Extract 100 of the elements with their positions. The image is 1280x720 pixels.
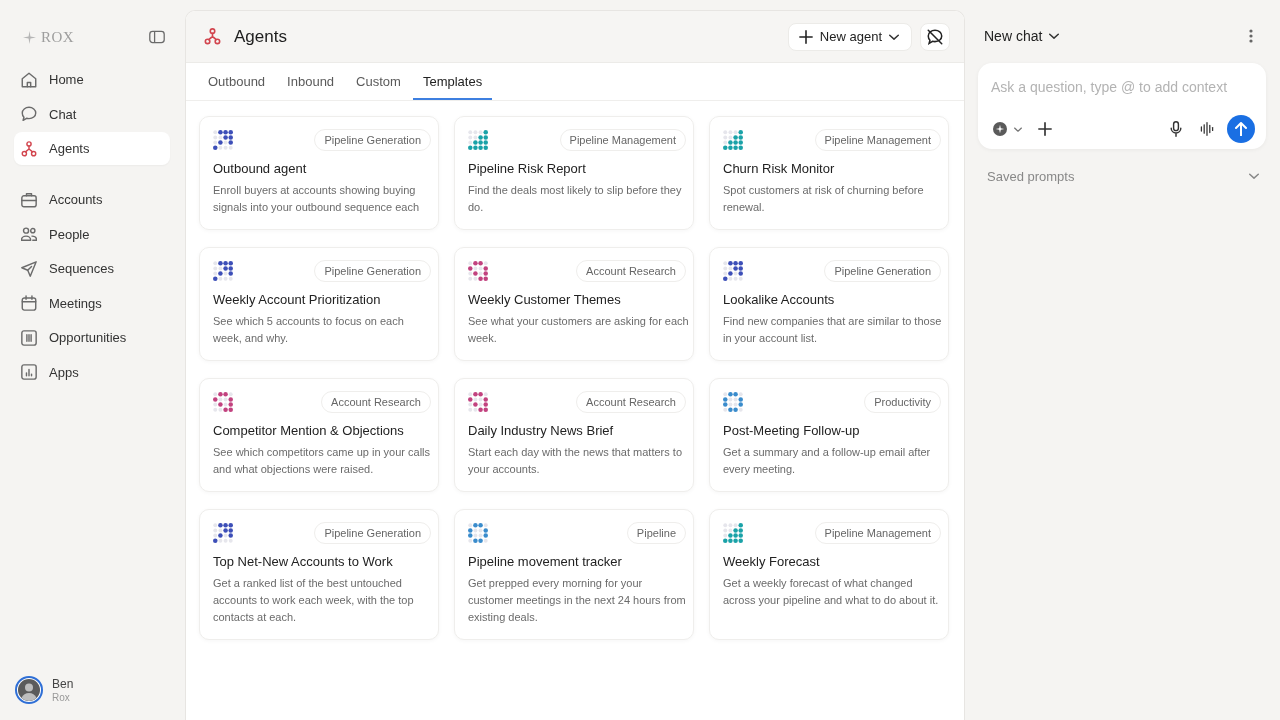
agent-template-card[interactable]: Pipeline Pipeline movement tracker Get prepped every morning for your customer meetings in the next 24 hours from existing deals.: [454, 509, 694, 640]
agent-template-card[interactable]: Pipeline Management Pipeline Risk Report Find the deals most likely to slip before they do.: [454, 116, 694, 230]
tab[interactable]: Inbound: [277, 63, 345, 100]
dot-grid-icon: [213, 261, 233, 281]
dot-grid-icon: [723, 261, 743, 281]
agent-template-card[interactable]: Pipeline Management Weekly Forecast Get a weekly forecast of what changed across your pipeline and what to do about it.: [709, 509, 949, 640]
agent-template-card[interactable]: Productivity Post-Meeting Follow-up Get a summary and a follow-up email after every meeting.: [709, 378, 949, 492]
agent-template-card[interactable]: Pipeline Generation Lookalike Accounts Find new companies that are similar to those in your account list.: [709, 247, 949, 361]
calendar-icon: [21, 295, 37, 311]
waveform-icon: [1200, 122, 1214, 136]
card-title: Pipeline movement tracker: [468, 553, 623, 571]
agent-template-card[interactable]: Pipeline Generation Outbound agent Enroll buyers at accounts showing buying signals into your outbound sequence each: [199, 116, 439, 230]
nav-item[interactable]: Chat: [14, 97, 170, 131]
network-nodes-icon: [21, 140, 37, 157]
crossed-bubble-icon: [927, 28, 943, 45]
chat-composer[interactable]: Ask a question, type @ to add context: [978, 63, 1266, 149]
chevron-down-icon: [1014, 126, 1022, 132]
voice-mode-button[interactable]: [1200, 122, 1214, 136]
nav-item[interactable]: Agents: [14, 132, 170, 165]
arrow-up-icon: [1234, 122, 1248, 136]
network-nodes-icon: [204, 28, 221, 45]
nav-item[interactable]: Accounts: [14, 183, 170, 216]
card-description: Enroll buyers at accounts showing buying signals into your outbound sequence each: [213, 183, 421, 215]
chevron-down-icon: [1249, 173, 1259, 179]
chevron-down-icon: [1049, 33, 1060, 39]
card-description: Find new companies that are similar to those in your account list.: [723, 314, 943, 346]
card-description: Find the deals most likely to slip before they do.: [468, 183, 683, 215]
dot-grid-icon: [723, 392, 743, 412]
people-icon: [21, 226, 37, 242]
nav-item[interactable]: People: [14, 217, 170, 251]
agent-template-card[interactable]: Pipeline Generation Top Net-New Accounts to Work Get a ranked list of the best untouched accounts to work each week, with the top contacts at each.: [199, 509, 439, 640]
card-description: See which 5 accounts to focus on each week, and why.: [213, 314, 405, 346]
user-name: Ben: [52, 676, 74, 691]
card-description: Get prepped every morning for your customer meetings in the next 24 hours from existing deals.: [468, 576, 687, 625]
microphone-button[interactable]: [1168, 121, 1184, 137]
agent-template-card[interactable]: Account Research Weekly Customer Themes See what your customers are asking for each week.: [454, 247, 694, 361]
card-title: Daily Industry News Brief: [468, 422, 615, 440]
card-description: Spot customers at risk of churning before renewal.: [723, 183, 925, 215]
sparkle-badge-icon: [993, 122, 1007, 136]
nav-item[interactable]: Meetings: [14, 286, 170, 320]
card-title: Weekly Account Prioritization: [213, 291, 382, 309]
dot-grid-icon: [468, 261, 488, 281]
sparkle-icon: [23, 30, 36, 44]
dot-grid-icon: [723, 130, 743, 150]
nav-item[interactable]: Home: [14, 63, 170, 96]
briefcase-icon: [21, 191, 37, 208]
card-title: Top Net-New Accounts to Work: [213, 553, 394, 571]
dot-grid-icon: [468, 523, 488, 543]
bar-chart-icon: [21, 364, 37, 380]
tab[interactable]: Outbound: [198, 63, 276, 100]
hide-chat-button[interactable]: [920, 22, 950, 51]
dot-grid-icon: [213, 392, 233, 412]
card-title: Weekly Customer Themes: [468, 291, 622, 309]
dot-grid-icon: [723, 523, 743, 543]
page-title: Agents: [234, 26, 287, 47]
plus-icon: [1038, 122, 1052, 136]
send-button[interactable]: [1227, 115, 1255, 143]
message-input[interactable]: Ask a question, type @ to add context: [991, 75, 1255, 99]
nav-item[interactable]: Sequences: [14, 252, 170, 285]
card-description: Get a summary and a follow-up email after every meeting.: [723, 445, 932, 477]
tab[interactable]: Custom: [346, 63, 411, 100]
tab[interactable]: Templates: [412, 63, 493, 100]
card-title: Pipeline Risk Report: [468, 160, 587, 178]
card-title: Outbound agent: [213, 160, 308, 178]
card-description: Get a weekly forecast of what changed across your pipeline and what to do about it.: [723, 576, 940, 608]
agent-template-card[interactable]: Account Research Competitor Mention & Objections See which competitors came up in your calls and what objections were raised.: [199, 378, 439, 492]
speech-bubble-icon: [21, 106, 37, 122]
add-context-button[interactable]: [1038, 122, 1052, 136]
agent-template-card[interactable]: Pipeline Generation Weekly Account Prioritization See which 5 accounts to focus on each week, and why.: [199, 247, 439, 361]
card-description: Start each day with the news that matters to your accounts.: [468, 445, 683, 477]
dot-grid-icon: [468, 130, 488, 150]
chat-title-dropdown[interactable]: New chat: [984, 28, 1060, 44]
plus-icon: [798, 29, 813, 44]
card-title: Post-Meeting Follow-up: [723, 422, 861, 440]
chevron-down-icon: [889, 33, 899, 40]
card-title: Churn Risk Monitor: [723, 160, 836, 178]
dot-grid-icon: [213, 523, 233, 543]
model-selector-button[interactable]: [991, 122, 1022, 136]
nav-item[interactable]: Apps: [14, 355, 170, 389]
logo-text: ROX: [41, 28, 75, 46]
card-description: See what your customers are asking for each week.: [468, 314, 689, 346]
microphone-icon: [1168, 121, 1184, 137]
dot-grid-icon: [468, 392, 488, 412]
agent-template-card[interactable]: Pipeline Management Churn Risk Monitor Spot customers at risk of churning before renewal.: [709, 116, 949, 230]
home-icon: [21, 71, 37, 88]
card-title: Lookalike Accounts: [723, 291, 836, 309]
paper-plane-icon: [21, 260, 37, 277]
sidebar-toggle-button[interactable]: [149, 29, 165, 45]
card-description: See which competitors came up in your calls and what objections were raised.: [213, 445, 432, 477]
card-title: Weekly Forecast: [723, 553, 821, 571]
nav-item[interactable]: Opportunities: [14, 321, 170, 354]
workspace-name: Rox: [52, 690, 71, 704]
agent-template-card[interactable]: Account Research Daily Industry News Brief Start each day with the news that matters to your accounts.: [454, 378, 694, 492]
kebab-menu-icon: [1249, 29, 1253, 43]
sidebar-panel-icon: [149, 29, 165, 45]
card-title: Competitor Mention & Objections: [213, 422, 405, 440]
new-agent-button[interactable]: New agent: [787, 22, 912, 51]
user-avatar[interactable]: [15, 676, 43, 704]
columns-icon: [21, 329, 37, 346]
dot-grid-icon: [213, 130, 233, 150]
